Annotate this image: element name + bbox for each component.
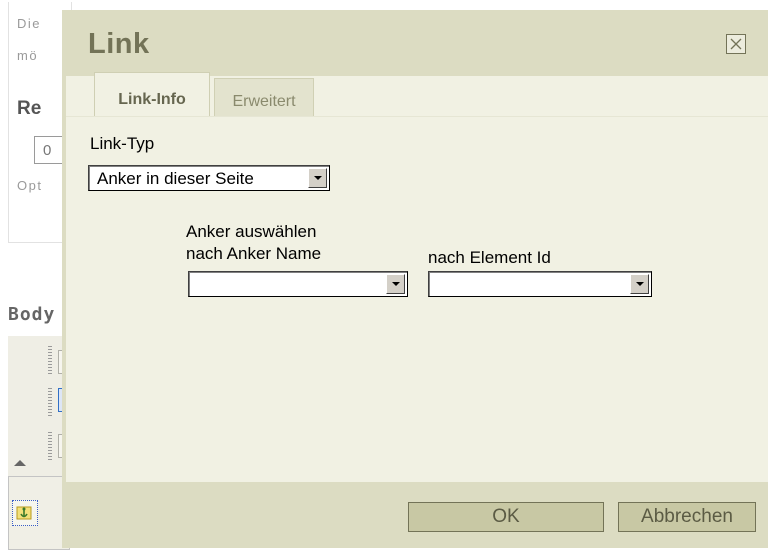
dialog-footer: OK Abbrechen [66, 482, 768, 548]
close-icon [730, 38, 742, 50]
ok-button[interactable]: OK [408, 502, 604, 532]
chevron-down-icon [635, 282, 644, 286]
background-hint: Opt [17, 178, 43, 193]
body-section-label: Body [8, 304, 56, 325]
chevron-down-icon [391, 282, 400, 286]
dropdown-button[interactable] [386, 274, 405, 294]
anchor-select-heading: Anker auswählen [186, 222, 317, 241]
link-type-select[interactable]: Anker in dieser Seite [88, 165, 330, 191]
close-button[interactable] [726, 34, 746, 54]
tab-link-info[interactable]: Link-Info [94, 72, 210, 116]
link-type-label: Link-Typ [90, 134, 155, 153]
divider [66, 116, 768, 117]
cancel-button[interactable]: Abbrechen [618, 502, 756, 532]
toolbar-grip[interactable] [48, 388, 52, 418]
element-id-label: nach Element Id [428, 248, 551, 267]
dialog-title: Link [88, 28, 150, 60]
dropdown-button[interactable] [308, 168, 327, 188]
link-type-value: Anker in dieser Seite [97, 169, 254, 188]
editor-toolbar [8, 336, 76, 477]
toolbar-grip[interactable] [48, 346, 52, 376]
background-heading: Re [17, 98, 42, 119]
anchor-icon[interactable] [12, 500, 38, 526]
link-dialog: Link Link-Info Erweitert Link-Typ Anker … [62, 10, 768, 548]
tab-erweitert[interactable]: Erweitert [214, 78, 314, 116]
dialog-titlebar[interactable]: Link [66, 14, 768, 76]
scroll-up-icon[interactable] [14, 460, 26, 466]
background-text: mö [17, 48, 39, 63]
anchor-name-select[interactable] [188, 271, 408, 297]
chevron-down-icon [313, 176, 322, 180]
dropdown-button[interactable] [630, 274, 649, 294]
anchor-name-label: nach Anker Name [186, 244, 322, 263]
background-text: Die [17, 16, 42, 31]
toolbar-grip[interactable] [48, 432, 52, 462]
element-id-select[interactable] [428, 271, 652, 297]
